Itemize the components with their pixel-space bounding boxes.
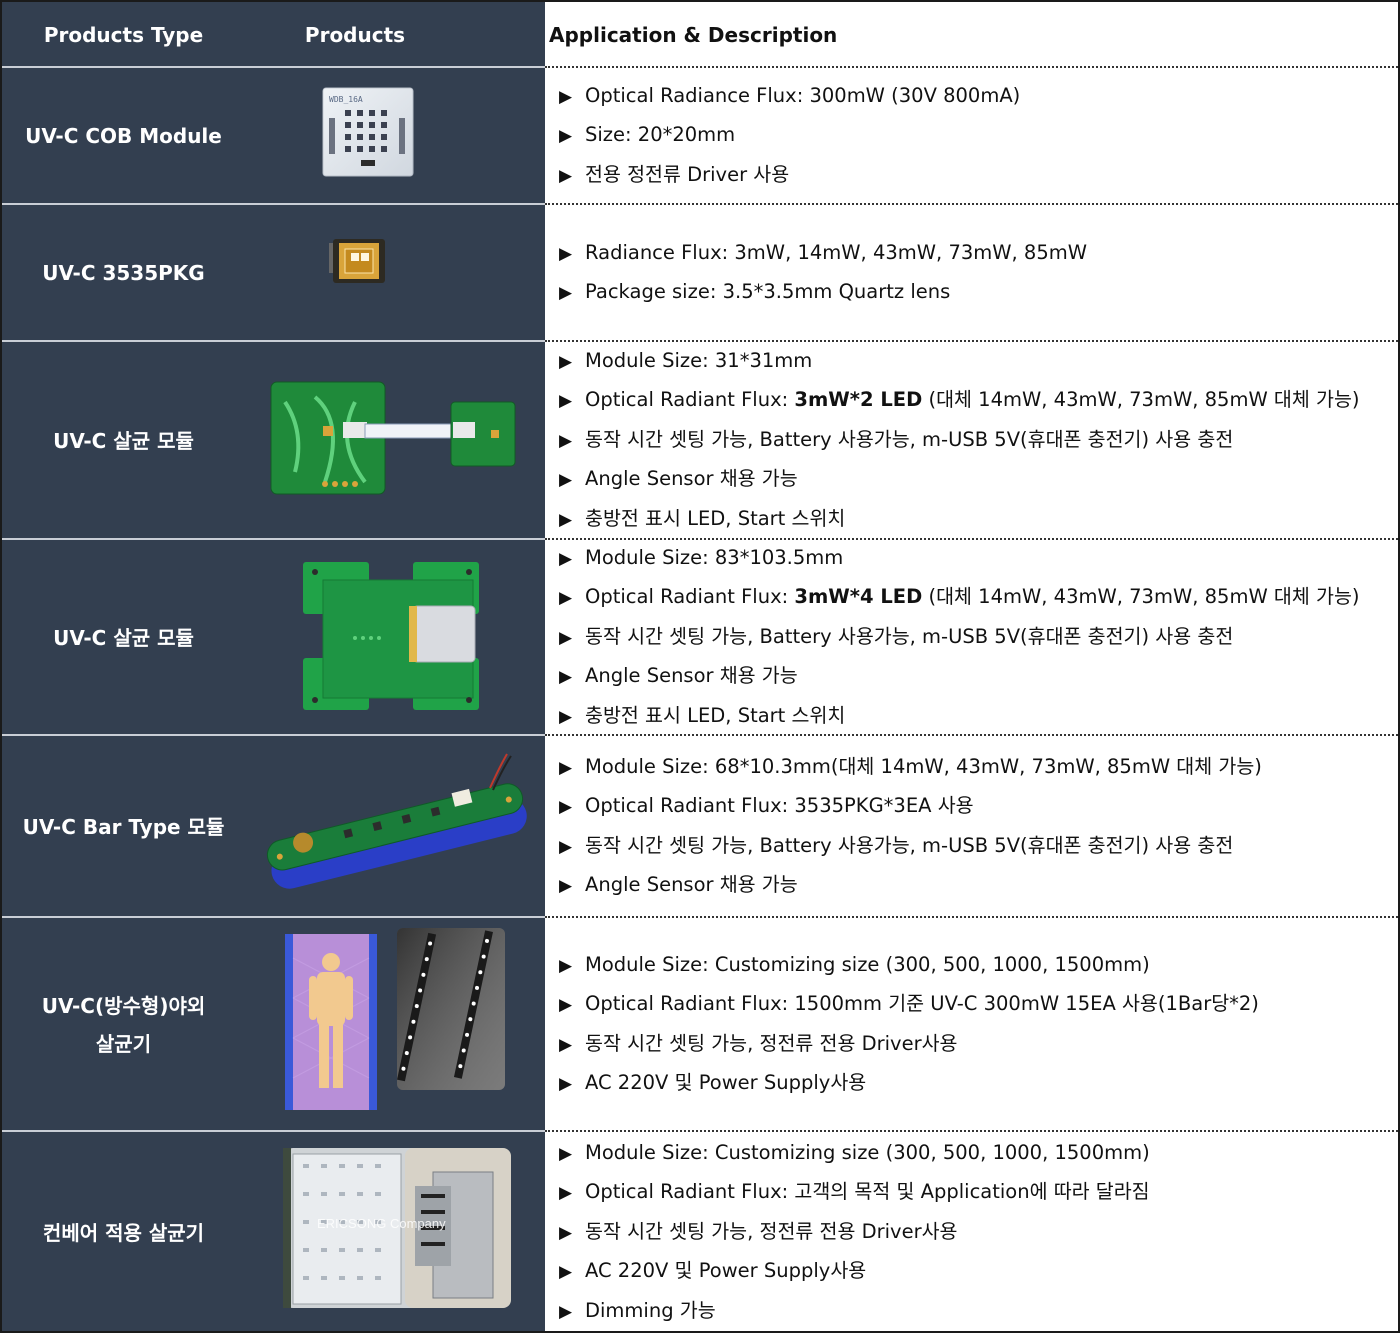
product-type: 컨베어 적용 살균기	[42, 1220, 205, 1245]
list-item: ▶ Dimming 가능	[559, 1298, 716, 1322]
list-item: ▶ Module Size: 31*31mm	[559, 348, 813, 372]
product-image-conveyor-sterilizer: ERICSONG Company	[245, 1132, 545, 1333]
table-row: UV-C(방수형)야외 살균기 ▶ Module Size: Customizi…	[2, 918, 1398, 1131]
list-item: ▶ 동작 시간 셋팅 가능, Battery 사용가능, m-USB 5V(휴대폰…	[559, 624, 1234, 648]
product-description: ▶ Radiance Flux: 3mW, 14mW, 43mW, 73mW, 8…	[545, 205, 1398, 341]
table-row: UV-C 살균 모듈 ▶ Module Size: 83*103.5mm ▶ Opt…	[2, 540, 1398, 735]
product-description: ▶ Module Size: Customizing size (300, 500…	[545, 1132, 1398, 1333]
product-type: UV-C COB Module	[25, 124, 222, 148]
list-item: ▶ 동작 시간 셋팅 가능, Battery 사용가능, m-USB 5V(휴대폰…	[559, 427, 1234, 451]
product-type-line1: UV-C(방수형)야외	[41, 993, 206, 1018]
list-item: ▶ Angle Sensor 채용 가능	[559, 467, 798, 491]
list-item: ▶ Module Size: 68*10.3mm(대체 14mW, 43mW, 7…	[559, 754, 1262, 778]
list-item: ▶ Package size: 3.5*3.5mm Quartz lens	[559, 280, 951, 303]
list-item: ▶ AC 220V 및 Power Supply사용	[559, 1071, 867, 1094]
list-item: ▶ Optical Radiant Flux: 3535PKG*3EA 사용	[559, 794, 974, 817]
list-item: ▶ 충방전 표시 LED, Start 스위치	[559, 506, 846, 530]
list-item: ▶ Angle Sensor 채용 가능	[559, 664, 798, 688]
product-image-bar-type-module	[245, 736, 545, 917]
product-description: ▶ Module Size: Customizing size (300, 500…	[545, 918, 1398, 1131]
list-item: ▶ 동작 시간 셋팅 가능, Battery 사용가능, m-USB 5V(휴대폰…	[559, 833, 1234, 857]
product-type: UV-C 살균 모듈	[53, 428, 194, 453]
product-image-outdoor-sterilizer	[245, 918, 545, 1131]
watermark-text: ERICSONG Company	[317, 1216, 446, 1231]
list-item: ▶ Optical Radiant Flux: 3mW*4 LED (대체 14m…	[559, 585, 1360, 609]
list-item: ▶ Module Size: Customizing size (300, 500…	[559, 1140, 1150, 1164]
table-row: UV-C 살균 모듈 ▶ Module Size: 31*31mm ▶ Optica…	[2, 342, 1398, 539]
product-type-line2: 살균기	[95, 1031, 152, 1056]
list-item: ▶ Module Size: 83*103.5mm	[559, 545, 844, 569]
list-item: ▶ Module Size: Customizing size (300, 500…	[559, 952, 1150, 976]
table-row: UV-C 3535PKG ▶ Radiance Flux: 3mW, 14mW, …	[2, 205, 1398, 341]
product-description: ▶ Module Size: 83*103.5mm ▶ Optical Radian…	[545, 540, 1398, 735]
product-type: UV-C(방수형)야외살균기	[2, 918, 245, 1131]
list-item: ▶ Angle Sensor 채용 가능	[559, 873, 798, 896]
product-type: UV-C 살균 모듈	[53, 625, 194, 650]
header-application: Application & Description	[549, 23, 838, 47]
table-header: Products Type Products Application & Des…	[2, 2, 1398, 68]
list-item: ▶ AC 220V 및 Power Supply사용	[559, 1259, 867, 1283]
product-image-cob-module: WDB_16A	[245, 68, 545, 204]
product-table: Products Type Products Application & Des…	[0, 0, 1400, 1333]
header-products-type: Products Type	[43, 23, 204, 47]
product-type: UV-C Bar Type 모듈	[22, 814, 225, 839]
list-item: ▶ 충방전 표시 LED, Start 스위치	[559, 703, 846, 727]
header-products: Products	[304, 23, 406, 47]
module-label: WDB_16A	[329, 95, 363, 104]
table-row: 컨베어 적용 살균기 ERICSONG Company ▶ Module Siz…	[2, 1132, 1398, 1333]
list-item: ▶ Optical Radiant Flux: 고객의 목적 및 Applicat…	[559, 1180, 1150, 1204]
product-description: ▶ Module Size: 68*10.3mm(대체 14mW, 43mW, 7…	[545, 736, 1398, 917]
product-image-sterilization-module-4led	[245, 540, 545, 735]
list-item: ▶ Optical Radiant Flux: 3mW*2 LED (대체 14m…	[559, 388, 1360, 412]
list-item: ▶ Optical Radiant Flux: 1500mm 기준 UV-C 30…	[559, 992, 1259, 1015]
product-description: ▶ Optical Radiance Flux: 300mW (30V 800mA…	[545, 68, 1398, 204]
table-row: UV-C Bar Type 모듈 ▶ Module Size: 68*10.3mm…	[2, 736, 1398, 917]
list-item: ▶ 동작 시간 셋팅 가능, 정전류 전용 Driver사용	[559, 1219, 958, 1243]
product-type: UV-C 3535PKG	[42, 261, 205, 285]
product-description: ▶ Module Size: 31*31mm ▶ Optical Radiant F…	[545, 342, 1398, 539]
list-item: ▶ Radiance Flux: 3mW, 14mW, 43mW, 73mW, 8…	[559, 240, 1088, 264]
list-item: ▶ Optical Radiance Flux: 300mW (30V 800mA…	[559, 83, 1021, 107]
list-item: ▶ 동작 시간 셋팅 가능, 정전류 전용 Driver사용	[559, 1031, 958, 1055]
table-row: UV-C COB Module WDB_16A ▶ Optical Radian…	[2, 68, 1398, 204]
product-image-sterilization-module-2led	[245, 342, 545, 539]
list-item: ▶ 전용 정전류 Driver 사용	[559, 162, 790, 186]
product-image-3535pkg	[245, 205, 545, 341]
list-item: ▶ Size: 20*20mm	[559, 123, 736, 147]
